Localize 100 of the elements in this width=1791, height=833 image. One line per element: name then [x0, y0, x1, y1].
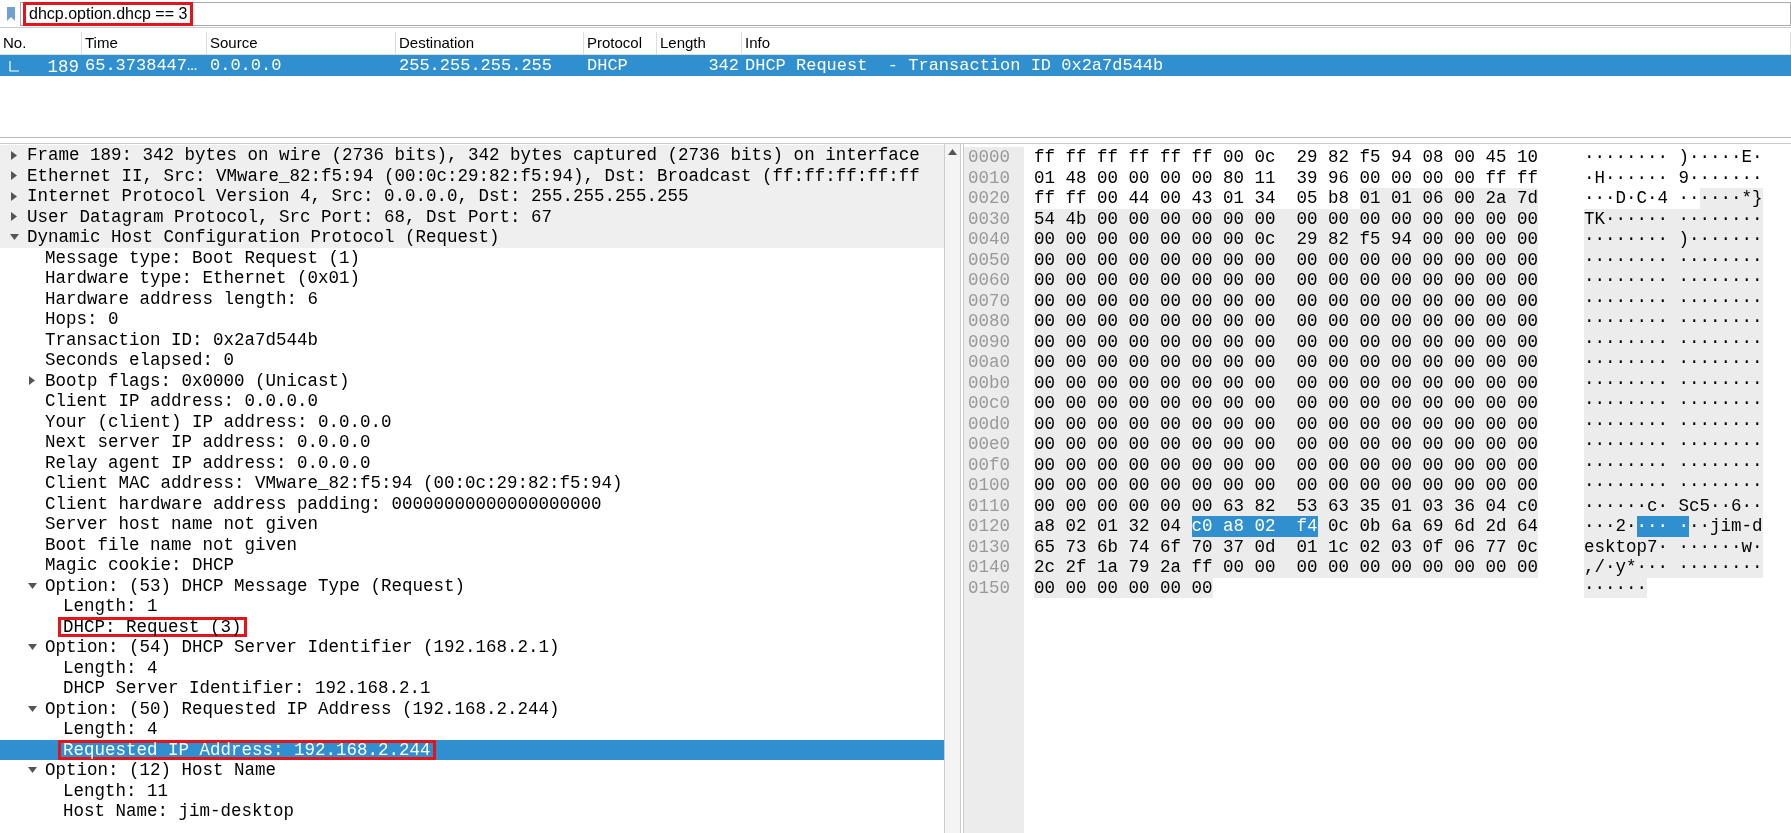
- tree-item[interactable]: Option: (54) DHCP Server Identifier (192.168.2.1): [0, 637, 944, 658]
- tree-item[interactable]: Requested IP Address: 192.168.2.244: [0, 739, 944, 760]
- tree-item[interactable]: Seconds elapsed: 0: [0, 350, 944, 371]
- collapse-arrow-icon[interactable]: [27, 705, 37, 712]
- tree-item[interactable]: Relay agent IP address: 0.0.0.0: [0, 452, 944, 473]
- hex-bytes[interactable]: 01 48 00 00 00 00 80 11 39 96 00 00 00 00 ff ff: [1034, 167, 1539, 188]
- ascii-bytes[interactable]: ····*}: [1699, 188, 1763, 209]
- hex-bytes[interactable]: 00 00 00 00 00 00 00 00 00 00 00 00 00 00 00 00: [1034, 270, 1539, 291]
- ascii-bytes[interactable]: ···2·: [1584, 516, 1637, 537]
- tree-item[interactable]: DHCP Server Identifier: 192.168.2.1: [0, 678, 944, 699]
- tree-item[interactable]: Your (client) IP address: 0.0.0.0: [0, 411, 944, 432]
- ascii-bytes[interactable]: ········ ········: [1584, 311, 1763, 332]
- ascii-bytes[interactable]: ······c· Sc5··6··: [1584, 495, 1763, 516]
- hex-bytes[interactable]: 65 73 6b 74 6f 70 37 0d 01 1c 02 03 0f 06 77 0c: [1034, 536, 1539, 557]
- tree-item[interactable]: Internet Protocol Version 4, Src: 0.0.0.0, Dst: 255.255.255.255: [0, 186, 944, 207]
- ascii-bytes[interactable]: ······: [1584, 577, 1647, 598]
- tree-item[interactable]: Option: (12) Host Name: [0, 760, 944, 781]
- column-header[interactable]: Length: [657, 32, 742, 54]
- tree-item[interactable]: Frame 189: 342 bytes on wire (2736 bits), 342 bytes captured (2736 bits) on interface: [0, 145, 944, 166]
- tree-item[interactable]: Client hardware address padding: 00000000000000000000: [0, 493, 944, 514]
- expand-arrow-icon[interactable]: [29, 376, 35, 386]
- tree-item[interactable]: Option: (50) Requested IP Address (192.168.2.244): [0, 698, 944, 719]
- scrollbar[interactable]: [944, 144, 960, 833]
- tree-item[interactable]: User Datagram Protocol, Src Port: 68, Dst Port: 67: [0, 206, 944, 227]
- tree-item[interactable]: Next server IP address: 0.0.0.0: [0, 432, 944, 453]
- tree-item[interactable]: DHCP: Request (3): [0, 616, 944, 637]
- ascii-bytes[interactable]: ··jim-d: [1689, 516, 1763, 537]
- collapse-arrow-icon[interactable]: [27, 582, 37, 589]
- ascii-bytes[interactable]: TK······ ········: [1584, 208, 1763, 229]
- hex-bytes[interactable]: 00 00 00 00 00 00 00 00 00 00 00 00 00 00 00 00: [1034, 352, 1539, 373]
- hex-bytes[interactable]: 00 00 00 00 00 00 00 0c 29 82 f5 94 00 00 00 00: [1034, 229, 1539, 250]
- tree-item[interactable]: Message type: Boot Request (1): [0, 247, 944, 268]
- column-header[interactable]: No.: [0, 32, 82, 54]
- ascii-bytes[interactable]: ········ ········: [1584, 413, 1763, 434]
- ascii-bytes[interactable]: esktop7· ······w·: [1584, 536, 1763, 557]
- display-filter-field[interactable]: dhcp.option.dhcp == 3: [20, 1, 1791, 26]
- ascii-bytes[interactable]: ········ ········: [1584, 475, 1763, 496]
- hex-bytes[interactable]: 00 00 00 00 00 00 00 00 00 00 00 00 00 00 00 00: [1034, 331, 1539, 352]
- hex-bytes[interactable]: ff ff 00 44 00 43 01 34 05 b8: [1034, 188, 1360, 209]
- hex-bytes[interactable]: 00 00 00 00 00 00 00 00 00 00 00 00 00 00 00 00: [1034, 413, 1539, 434]
- hex-bytes[interactable]: 01 01 06 00 2a 7d: [1359, 188, 1539, 209]
- ascii-bytes[interactable]: ········ ········: [1584, 393, 1763, 414]
- expand-arrow-icon[interactable]: [11, 191, 17, 201]
- ascii-bytes[interactable]: ········ ········: [1584, 270, 1763, 291]
- ascii-bytes[interactable]: ,/·y*··· ········: [1584, 557, 1763, 578]
- tree-item[interactable]: Magic cookie: DHCP: [0, 555, 944, 576]
- expand-arrow-icon[interactable]: [11, 150, 17, 160]
- ascii-bytes[interactable]: ··· ·: [1636, 516, 1690, 537]
- bookmark-icon[interactable]: [6, 5, 16, 22]
- expand-arrow-icon[interactable]: [11, 171, 17, 181]
- tree-item[interactable]: Ethernet II, Src: VMware_82:f5:94 (00:0c:29:82:f5:94), Dst: Broadcast (ff:ff:ff:ff:ff: [0, 165, 944, 186]
- hex-bytes[interactable]: 00 00 00 00 00 00 00 00 00 00 00 00 00 00 00 00: [1034, 475, 1539, 496]
- tree-item[interactable]: Length: 4: [0, 719, 944, 740]
- column-header[interactable]: Destination: [396, 32, 584, 54]
- column-header[interactable]: Source: [207, 32, 396, 54]
- collapse-arrow-icon[interactable]: [9, 234, 19, 241]
- ascii-bytes[interactable]: ···D·C·4 ··: [1584, 188, 1700, 209]
- hex-bytes[interactable]: 00 00 00 00 00 00 00 00 00 00 00 00 00 00 00 00: [1034, 290, 1539, 311]
- tree-item[interactable]: Bootp flags: 0x0000 (Unicast): [0, 370, 944, 391]
- tree-item[interactable]: Hardware type: Ethernet (0x01): [0, 268, 944, 289]
- tree-item[interactable]: Client IP address: 0.0.0.0: [0, 391, 944, 412]
- tree-item[interactable]: Hops: 0: [0, 309, 944, 330]
- hex-bytes[interactable]: 00 00 00 00 00 00 00 00 00 00 00 00 00 00 00 00: [1034, 434, 1539, 455]
- tree-item[interactable]: Length: 4: [0, 657, 944, 678]
- tree-item[interactable]: Server host name not given: [0, 514, 944, 535]
- hex-bytes[interactable]: a8 02 01 32 04: [1034, 516, 1192, 537]
- scroll-up-arrow-icon[interactable]: [948, 149, 957, 155]
- tree-item[interactable]: Dynamic Host Configuration Protocol (Request): [0, 227, 944, 248]
- tree-item[interactable]: Option: (53) DHCP Message Type (Request): [0, 575, 944, 596]
- ascii-bytes[interactable]: ········ ········: [1584, 331, 1763, 352]
- ascii-bytes[interactable]: ·H······ 9·······: [1584, 167, 1763, 188]
- ascii-bytes[interactable]: ········ )·····E·: [1584, 147, 1763, 168]
- hex-bytes[interactable]: 00 00 00 00 00 00: [1034, 577, 1213, 598]
- column-header[interactable]: Info: [742, 32, 1791, 54]
- ascii-bytes[interactable]: ········ ········: [1584, 454, 1763, 475]
- expand-arrow-icon[interactable]: [11, 212, 17, 222]
- hex-bytes[interactable]: c0 a8 02 f4: [1191, 516, 1318, 537]
- tree-item[interactable]: Length: 1: [0, 596, 944, 617]
- ascii-bytes[interactable]: ········ )·······: [1584, 229, 1763, 250]
- hex-bytes[interactable]: 00 00 00 00 00 00 00 00 00 00 00 00 00 00 00 00: [1034, 249, 1539, 270]
- tree-item[interactable]: Hardware address length: 6: [0, 288, 944, 309]
- column-header[interactable]: Time: [82, 32, 207, 54]
- hex-bytes[interactable]: ff ff ff ff ff ff 00 0c 29 82 f5 94 08 00 45 10: [1034, 147, 1539, 168]
- tree-item[interactable]: Boot file name not given: [0, 534, 944, 555]
- collapse-arrow-icon[interactable]: [27, 644, 37, 651]
- hex-bytes[interactable]: 00 00 00 00 00 00 00 00 00 00 00 00 00 00 00 00: [1034, 372, 1539, 393]
- hex-bytes[interactable]: 0c 0b 6a 69 6d 2d 64: [1317, 516, 1539, 537]
- hex-bytes[interactable]: 2c 2f 1a 79 2a ff 00 00 00 00 00 00 00 00 00 00: [1034, 557, 1539, 578]
- ascii-bytes[interactable]: ········ ········: [1584, 249, 1763, 270]
- packet-row[interactable]: 189 65.3738447… 0.0.0.0 255.255.255.255 DHCP 342 DHCP Request - Transaction ID 0x2a7d544b: [0, 55, 1791, 76]
- hex-bytes[interactable]: 00 00 00 00 00 00 63 82 53 63 35 01 03 36 04 c0: [1034, 495, 1539, 516]
- ascii-bytes[interactable]: ········ ········: [1584, 372, 1763, 393]
- hex-bytes[interactable]: 00 00 00 00 00 00 00 00 00 00 00 00 00 00 00 00: [1034, 454, 1539, 475]
- tree-item[interactable]: Transaction ID: 0x2a7d544b: [0, 329, 944, 350]
- column-header[interactable]: Protocol: [584, 32, 657, 54]
- tree-item[interactable]: Client MAC address: VMware_82:f5:94 (00:0c:29:82:f5:94): [0, 473, 944, 494]
- collapse-arrow-icon[interactable]: [27, 767, 37, 774]
- tree-item[interactable]: Host Name: jim-desktop: [0, 801, 944, 822]
- hex-bytes[interactable]: 00 00 00 00 00 00 00 00 00 00 00 00 00 00 00 00: [1034, 311, 1539, 332]
- ascii-bytes[interactable]: ········ ········: [1584, 290, 1763, 311]
